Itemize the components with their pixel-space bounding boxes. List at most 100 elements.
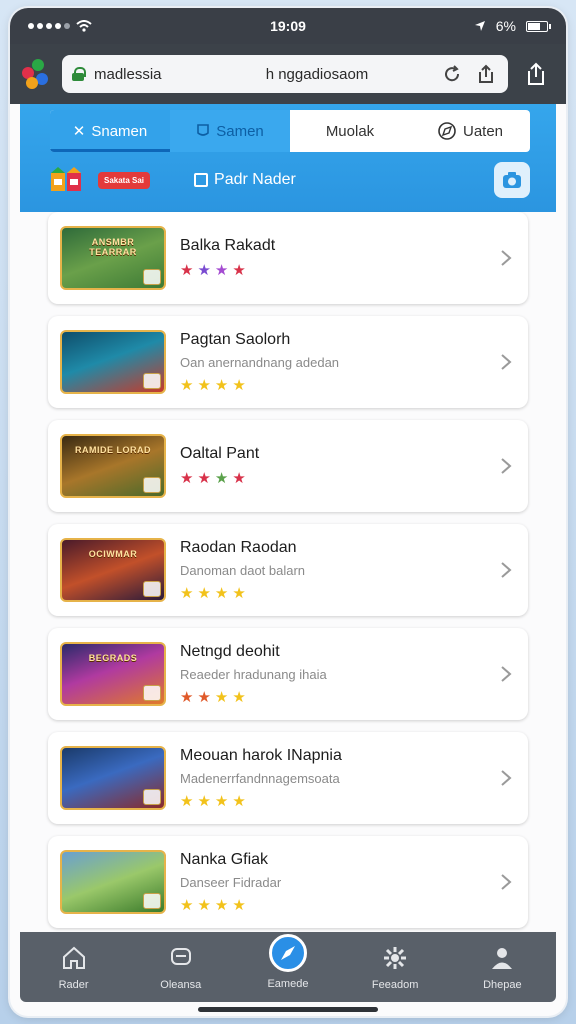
badge-icon (143, 477, 161, 493)
star-icon: ★ (214, 584, 230, 602)
promo-badge[interactable]: Sakata Sai (98, 171, 151, 189)
game-subtitle: Madenerrfandnnagemsoata (180, 770, 340, 786)
thumbnail-title: BEGRADS (88, 653, 138, 663)
chevron-right-icon[interactable] (496, 352, 516, 372)
game-thumbnail: BEGRADS (60, 642, 166, 706)
nav-item-oleansa[interactable]: Oleansa (136, 943, 226, 991)
compass-icon (438, 122, 456, 140)
compass-icon (268, 934, 307, 972)
share-out-icon[interactable] (518, 56, 554, 92)
rating-stars: ★ ★ ★ ★ (180, 688, 496, 706)
game-subtitle: Danoman daot balarn (180, 562, 306, 578)
nav-item-eamede[interactable]: Eamede (243, 934, 333, 990)
game-subtitle: Oan anernandnang adedan (180, 354, 340, 370)
star-icon: ★ (214, 470, 230, 487)
status-right: 6% (474, 18, 551, 34)
tab-muolak[interactable]: Muolak (290, 110, 410, 152)
store-icon[interactable] (50, 167, 84, 193)
star-icon: ★ (232, 584, 247, 602)
gear-icon (380, 943, 410, 973)
person-icon (487, 943, 517, 973)
game-card[interactable]: BEGRADS Netngd deohit Reaeder hradunang … (48, 628, 528, 720)
reload-icon[interactable] (440, 62, 464, 86)
chevron-right-icon[interactable] (496, 664, 516, 684)
signal-icon (28, 23, 70, 29)
filter-toggle[interactable]: Padr Nader (194, 171, 296, 189)
star-icon: ★ (197, 792, 212, 810)
tab-label: Muolak (325, 122, 375, 140)
url-path: h nggadiosaom (265, 65, 369, 83)
badge-icon (143, 269, 161, 285)
game-title: Raodan Raodan (180, 538, 297, 556)
app-logo-icon[interactable] (22, 59, 52, 89)
chevron-right-icon[interactable] (496, 560, 516, 580)
chevron-right-icon[interactable] (496, 872, 516, 892)
share-icon[interactable] (474, 62, 498, 86)
chevron-right-icon[interactable] (496, 768, 516, 788)
tab-samen[interactable]: Samen (170, 110, 290, 152)
location-icon (474, 21, 485, 31)
game-info: Pagtan Saolorh Oan anernandnang adedan ★… (180, 331, 496, 394)
chevron-right-icon[interactable] (496, 248, 516, 268)
game-title: Netngd deohit (180, 642, 280, 660)
game-card[interactable]: Nanka Gfiak Danseer Fidradar ★ ★ ★ ★ (48, 836, 528, 928)
game-card[interactable]: OCIWMAR Raodan Raodan Danoman daot balar… (48, 524, 528, 616)
badge-icon (143, 373, 161, 389)
game-card[interactable]: Meouan harok INapnia Madenerrfandnnagems… (48, 732, 528, 824)
game-thumbnail: ANSMBR TEARRAR (60, 226, 166, 290)
tab-bar: ✕ Snamen Samen Muolak Uaten (50, 110, 530, 152)
star-icon: ★ (180, 584, 195, 602)
game-card[interactable]: Pagtan Saolorh Oan anernandnang adedan ★… (48, 316, 528, 408)
rating-stars: ★ ★ ★ ★ (180, 792, 496, 810)
badge-icon (143, 893, 161, 909)
game-card[interactable]: RAMIDE LORAD Oaltal Pant ★ ★ ★ ★ (48, 420, 528, 512)
game-title: Oaltal Pant (180, 445, 260, 462)
star-icon: ★ (197, 896, 212, 914)
address-bar[interactable]: madlessia h nggadiosaom (62, 55, 508, 93)
lock-icon (72, 67, 86, 81)
phone-screen: 19:09 6% madlessia h nggadiosaom ✕ Sname… (10, 8, 566, 1016)
nav-label: Rader (58, 979, 89, 991)
game-info: Meouan harok INapnia Madenerrfandnnagems… (180, 747, 496, 810)
star-icon: ★ (232, 262, 247, 279)
tab-snamen[interactable]: ✕ Snamen (50, 110, 170, 152)
star-icon: ★ (232, 792, 247, 810)
nav-label: Eamede (267, 978, 309, 990)
nav-item-dhepae[interactable]: Dhepae (457, 943, 547, 991)
category-header: ✕ Snamen Samen Muolak Uaten Sakata Sai P… (20, 104, 556, 212)
star-icon: ★ (180, 470, 195, 487)
game-thumbnail: OCIWMAR (60, 538, 166, 602)
game-title: Nanka Gfiak (180, 850, 269, 868)
wifi-icon (76, 20, 92, 32)
star-icon: ★ (214, 688, 230, 706)
star-icon: ★ (197, 470, 212, 487)
home-icon (59, 943, 89, 973)
star-icon: ★ (232, 470, 247, 487)
badge-icon (143, 789, 161, 805)
chevron-right-icon[interactable] (496, 456, 516, 476)
filter-label: Padr Nader (214, 171, 296, 188)
tab-uaten[interactable]: Uaten (410, 110, 530, 152)
star-icon: ★ (197, 262, 212, 279)
game-info: Netngd deohit Reaeder hradunang ihaia ★ ★… (180, 643, 496, 706)
star-icon: ★ (180, 376, 195, 394)
game-card[interactable]: ANSMBR TEARRAR Balka Rakadt ★ ★ ★ ★ (48, 212, 528, 304)
sub-toolbar: Sakata Sai Padr Nader (50, 162, 530, 198)
tools-icon: ✕ (72, 123, 86, 140)
star-icon: ★ (180, 688, 195, 706)
nav-item-rader[interactable]: Rader (29, 943, 119, 991)
game-subtitle: Reaeder hradunang ihaia (180, 666, 327, 682)
home-indicator (198, 1007, 378, 1012)
nav-label: Oleansa (160, 979, 202, 991)
camera-button[interactable] (494, 162, 530, 198)
cup-icon (197, 124, 210, 136)
tab-label: Samen (216, 122, 264, 140)
nav-item-feeadom[interactable]: Feeadom (350, 943, 440, 991)
star-icon: ★ (232, 688, 247, 706)
rating-stars: ★ ★ ★ ★ (180, 584, 496, 602)
camera-icon (503, 172, 521, 188)
star-icon: ★ (232, 376, 247, 394)
game-subtitle: Danseer Fidradar (180, 874, 282, 890)
battery-icon (526, 20, 551, 32)
game-title: Pagtan Saolorh (180, 330, 291, 348)
